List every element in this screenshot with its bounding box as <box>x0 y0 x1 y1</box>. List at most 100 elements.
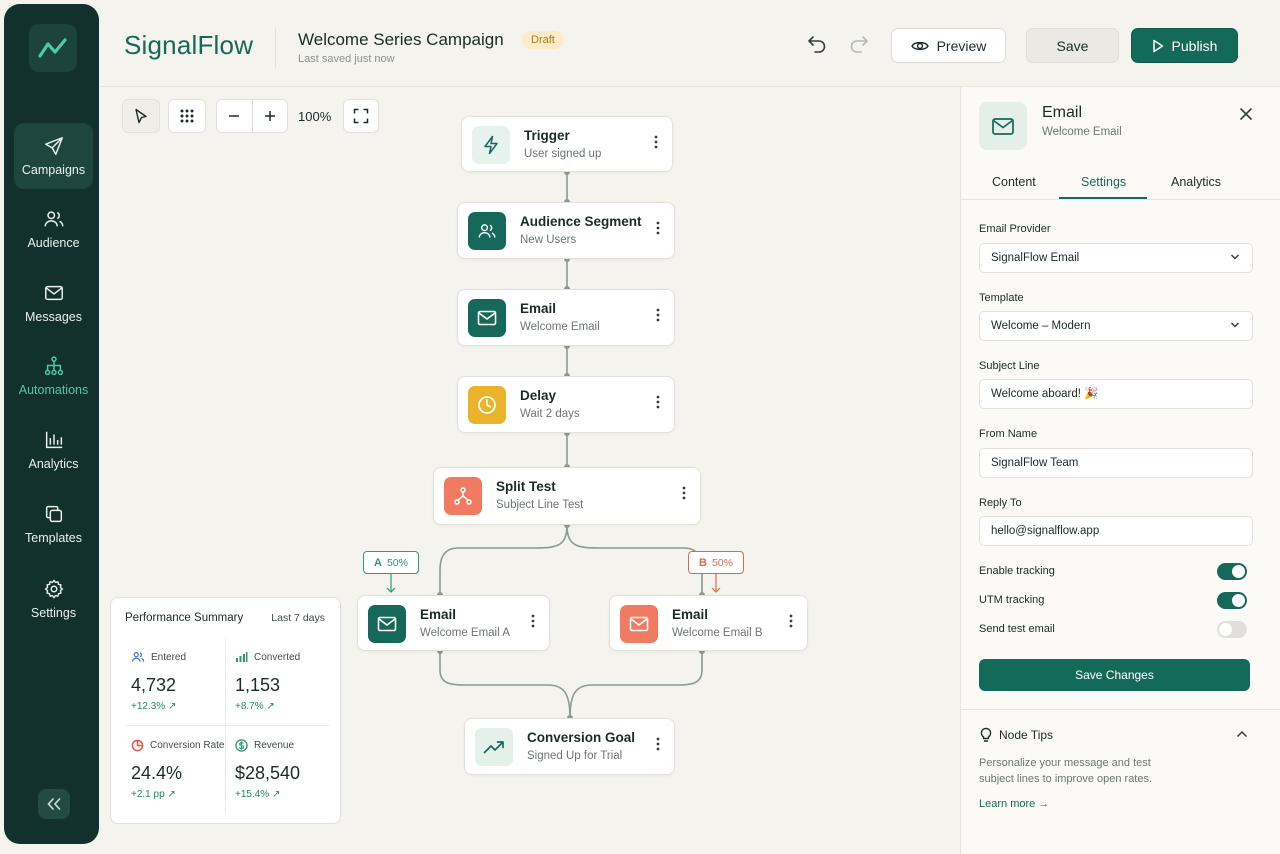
metric-value: 1,153 <box>235 675 281 695</box>
from-name-input[interactable]: SignalFlow Team <box>979 448 1253 478</box>
sidebar-item-audience[interactable]: Audience <box>14 196 93 262</box>
node-menu-icon[interactable] <box>652 391 664 413</box>
email-provider-select[interactable]: SignalFlow Email <box>979 243 1253 273</box>
select-tool-button[interactable] <box>122 99 160 133</box>
active-tab-indicator <box>1059 197 1147 199</box>
subject-line-label: Subject Line <box>979 360 1040 372</box>
publish-label: Publish <box>1171 37 1218 54</box>
app-logo[interactable] <box>29 24 77 72</box>
tab-analytics[interactable]: Analytics <box>1171 175 1221 189</box>
split-a-letter: A <box>374 556 382 569</box>
sidebar-item-analytics[interactable]: Analytics <box>14 417 93 483</box>
enable-tracking-row: Enable tracking <box>979 563 1247 581</box>
zoom-level: 100% <box>298 109 332 124</box>
node-subtitle: Welcome Email A <box>420 627 510 639</box>
metric-value: 24.4% <box>131 763 183 783</box>
node-menu-icon[interactable] <box>650 131 662 153</box>
brand-name: SignalFlow <box>124 30 254 60</box>
sidebar-item-campaigns[interactable]: Campaigns <box>14 123 93 189</box>
utm-tracking-toggle[interactable] <box>1217 592 1247 609</box>
redo-button[interactable] <box>848 33 870 55</box>
sidebar-item-templates[interactable]: Templates <box>14 491 93 557</box>
node-menu-icon[interactable] <box>652 733 664 755</box>
node-split-test[interactable]: Split Test Subject Line Test <box>433 467 701 525</box>
grid-dots-icon <box>180 109 194 123</box>
fit-screen-button[interactable] <box>343 99 379 133</box>
redo-icon <box>850 36 868 53</box>
tab-settings[interactable]: Settings <box>1081 175 1126 189</box>
metric-delta: +15.4% ↗ <box>235 789 281 800</box>
metric-label: Entered <box>151 651 187 663</box>
split-b-percent: 50% <box>711 556 733 569</box>
sidebar-item-messages[interactable]: Messages <box>14 270 93 336</box>
subject-line-value: Welcome aboard! 🎉 <box>991 388 1099 400</box>
metric-revenue: Revenue $28,540 +15.4% ↗ <box>229 727 333 814</box>
sidebar-item-automations[interactable]: Automations <box>14 343 93 409</box>
node-menu-icon[interactable] <box>652 304 664 326</box>
sidebar-item-settings[interactable]: Settings <box>14 566 93 632</box>
panel-divider <box>961 709 1280 710</box>
lightning-icon <box>472 126 510 164</box>
grid-tool-button[interactable] <box>168 99 206 133</box>
logo-wave-icon <box>38 38 67 58</box>
undo-button[interactable] <box>806 33 828 55</box>
node-delay[interactable]: Delay Wait 2 days <box>457 376 675 433</box>
save-label: Save <box>1056 37 1089 54</box>
node-email[interactable]: Email Welcome Email <box>457 289 675 346</box>
performance-range[interactable]: Last 7 days <box>271 612 325 624</box>
split-b-label[interactable]: B 50% <box>688 551 744 574</box>
sidebar-item-label: Settings <box>30 606 77 620</box>
node-menu-icon[interactable] <box>652 217 664 239</box>
save-changes-button[interactable]: Save Changes <box>979 659 1250 691</box>
trending-up-icon <box>475 728 513 766</box>
sidebar-item-label: Messages <box>25 310 82 324</box>
node-conversion-goal[interactable]: Conversion Goal Signed Up for Trial <box>464 718 675 775</box>
zoom-out-button[interactable] <box>217 100 253 132</box>
zoom-in-button[interactable] <box>253 100 288 132</box>
node-menu-icon[interactable] <box>785 610 797 632</box>
save-button[interactable]: Save <box>1026 28 1119 63</box>
learn-more-link[interactable]: Learn more → <box>979 798 1049 810</box>
enable-tracking-toggle[interactable] <box>1217 563 1247 580</box>
publish-button[interactable]: Publish <box>1131 28 1238 63</box>
node-email-b[interactable]: Email Welcome Email B <box>609 595 808 651</box>
clock-icon <box>468 386 506 424</box>
template-select[interactable]: Welcome – Modern <box>979 311 1253 341</box>
close-panel-button[interactable] <box>1238 106 1254 122</box>
toggle-label: Send test email <box>979 623 1055 635</box>
preview-label: Preview <box>936 37 987 54</box>
eye-icon <box>910 41 929 50</box>
node-trigger[interactable]: Trigger User signed up <box>461 116 673 172</box>
collapse-sidebar-button[interactable] <box>38 789 70 819</box>
bar-chart-icon <box>45 431 62 449</box>
last-saved-text: Last saved just now <box>298 53 395 65</box>
minus-icon <box>229 115 240 117</box>
node-title: Email <box>520 301 557 316</box>
mail-icon <box>620 605 658 643</box>
reply-to-input[interactable]: hello@signalflow.app <box>979 516 1253 546</box>
chevron-down-icon <box>1230 254 1240 260</box>
node-audience-segment[interactable]: Audience Segment New Users <box>457 202 675 259</box>
node-menu-icon[interactable] <box>527 610 539 632</box>
sidebar-item-label: Analytics <box>28 457 79 471</box>
reply-to-label: Reply To <box>979 497 1022 509</box>
campaign-title[interactable]: Welcome Series Campaign <box>298 30 504 50</box>
template-value: Welcome – Modern <box>991 320 1091 332</box>
subject-line-input[interactable]: Welcome aboard! 🎉 <box>979 379 1253 409</box>
users-icon <box>44 211 63 227</box>
node-tips-title: Node Tips <box>999 728 1054 742</box>
split-a-label[interactable]: A 50% <box>363 551 419 574</box>
node-menu-icon[interactable] <box>678 482 690 504</box>
performance-title: Performance Summary <box>125 612 244 624</box>
split-icon <box>444 477 482 515</box>
send-test-email-toggle[interactable] <box>1217 621 1247 638</box>
tab-content[interactable]: Content <box>992 175 1036 189</box>
sidebar-item-label: Templates <box>25 531 82 545</box>
performance-summary-card: Performance Summary Last 7 days Entered … <box>110 597 341 824</box>
undo-icon <box>808 36 826 53</box>
node-title: Delay <box>520 388 557 403</box>
preview-button[interactable]: Preview <box>891 28 1006 63</box>
chevron-up-icon[interactable] <box>1236 730 1248 738</box>
expand-icon <box>353 108 369 124</box>
node-email-a[interactable]: Email Welcome Email A <box>357 595 550 651</box>
